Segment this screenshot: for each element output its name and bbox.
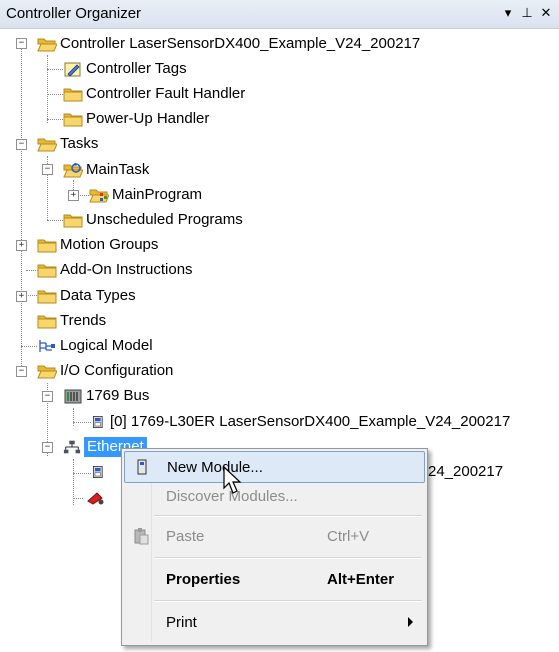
- menu-separator: [154, 557, 422, 559]
- task-folder-icon: [63, 162, 83, 178]
- tree-item-label: Controller LaserSensorDX400_Example_V24_…: [60, 35, 421, 52]
- menu-item-discover-modules[interactable]: Discover Modules...: [124, 481, 423, 511]
- tree-item-label: Power-Up Handler: [86, 110, 210, 127]
- controller-module-icon: [93, 416, 103, 428]
- tree-item-add-on-instructions[interactable]: Add-On Instructions: [37, 260, 193, 280]
- tree-item-logical-model[interactable]: Logical Model: [37, 336, 153, 356]
- collapse-toggle-1769-bus[interactable]: −: [42, 391, 53, 402]
- tree-item-1769-bus[interactable]: 1769 Bus: [63, 386, 149, 406]
- collapse-toggle-controller[interactable]: −: [16, 38, 27, 49]
- tree-item-controller-tags[interactable]: Controller Tags: [63, 59, 187, 79]
- panel-title: Controller Organizer: [6, 5, 142, 22]
- tree-item-label: Logical Model: [60, 337, 153, 354]
- tree-item-io-configuration[interactable]: I/O Configuration: [37, 361, 173, 381]
- tree-item-data-types[interactable]: Data Types: [37, 286, 136, 306]
- tree-item-unscheduled-programs[interactable]: Unscheduled Programs: [63, 210, 243, 230]
- submenu-arrow-icon: [408, 617, 413, 627]
- menu-item-label: Paste: [166, 527, 205, 545]
- tree-item-label: MainProgram: [112, 186, 203, 203]
- tree-item-label: [0] 1769-L30ER LaserSensorDX400_Example_…: [110, 413, 511, 430]
- close-icon[interactable]: ✕: [538, 4, 554, 22]
- panel-titlebar: Controller Organizer ▾ ⊥ ✕: [0, 0, 559, 29]
- tree-item-controller[interactable]: Controller LaserSensorDX400_Example_V24_…: [37, 34, 420, 54]
- expand-toggle-data-types[interactable]: +: [16, 291, 27, 302]
- menu-item-shortcut: Ctrl+V: [327, 527, 370, 545]
- folder-open-icon: [37, 36, 57, 52]
- tree-item-label: I/O Configuration: [60, 362, 174, 379]
- chassis-icon: [64, 389, 82, 404]
- tree-item-label: 1769 Bus: [86, 387, 150, 404]
- expand-toggle-mainprogram[interactable]: +: [68, 190, 79, 201]
- folder-open-icon: [37, 363, 57, 379]
- collapse-toggle-maintask[interactable]: −: [42, 164, 53, 175]
- menu-item-label: Properties: [166, 570, 241, 588]
- tree-item-label: Trends: [60, 312, 107, 329]
- folder-icon: [37, 313, 57, 329]
- expand-toggle-motion-groups[interactable]: +: [16, 240, 27, 251]
- folder-open-icon: [37, 136, 57, 152]
- folder-icon: [63, 111, 83, 127]
- tree-item-laser-sensor[interactable]: [86, 487, 109, 507]
- menu-item-properties[interactable]: Properties Alt+Enter: [124, 564, 423, 594]
- folder-icon: [37, 237, 57, 253]
- folder-icon: [37, 288, 57, 304]
- tree-item-controller-fault-handler[interactable]: Controller Fault Handler: [63, 84, 245, 104]
- menu-item-shortcut: Alt+Enter: [327, 570, 395, 588]
- menu-separator: [154, 515, 422, 517]
- tree-item-l30er-module[interactable]: [0] 1769-L30ER LaserSensorDX400_Example_…: [91, 412, 510, 432]
- folder-icon: [63, 86, 83, 102]
- tree-item-power-up-handler[interactable]: Power-Up Handler: [63, 109, 209, 129]
- tree-item-label: Controller Tags: [86, 60, 187, 77]
- collapse-toggle-ethernet[interactable]: −: [42, 442, 53, 453]
- ethernet-module-label-suffix: 24_200217: [428, 463, 504, 480]
- program-folder-icon: [89, 187, 109, 203]
- collapse-toggle-tasks[interactable]: −: [16, 139, 27, 150]
- menu-item-label: New Module...: [167, 458, 263, 476]
- tree-item-maintask[interactable]: MainTask: [63, 160, 149, 180]
- tree-item-tasks[interactable]: Tasks: [37, 134, 98, 154]
- menu-item-paste[interactable]: Paste Ctrl+V: [124, 521, 423, 551]
- new-module-icon: [137, 459, 147, 475]
- tree-item-mainprogram[interactable]: MainProgram: [89, 185, 202, 205]
- pin-icon[interactable]: ⊥: [519, 4, 535, 22]
- dropdown-arrow-icon[interactable]: ▾: [500, 4, 516, 22]
- mouse-pointer-icon: [223, 466, 242, 494]
- menu-item-new-module[interactable]: New Module...: [124, 451, 425, 483]
- folder-icon: [37, 262, 57, 278]
- context-menu: New Module... Discover Modules... Paste …: [121, 448, 428, 646]
- tree-item-trends[interactable]: Trends: [37, 311, 106, 331]
- menu-item-label: Print: [166, 613, 197, 631]
- tree-item-label: Motion Groups: [60, 236, 159, 253]
- collapse-toggle-io-configuration[interactable]: −: [16, 366, 27, 377]
- menu-separator: [154, 600, 422, 602]
- menu-item-print[interactable]: Print: [124, 607, 423, 637]
- tags-icon: [64, 62, 81, 77]
- tree-item-label: MainTask: [86, 161, 150, 178]
- controller-module-icon: [93, 466, 103, 478]
- tree-item-label: Add-On Instructions: [60, 261, 193, 278]
- paste-icon: [134, 528, 149, 545]
- tree-item-label: Controller Fault Handler: [86, 85, 246, 102]
- tree-item-label: Tasks: [60, 135, 99, 152]
- network-icon: [63, 440, 81, 454]
- sensor-device-icon: [87, 492, 104, 505]
- logical-model-icon: [39, 340, 55, 352]
- tree-item-label: Data Types: [60, 287, 136, 304]
- folder-icon: [63, 212, 83, 228]
- tree-item-motion-groups[interactable]: Motion Groups: [37, 235, 158, 255]
- tree-item-label: Unscheduled Programs: [86, 211, 243, 228]
- tree-item-ethernet-module[interactable]: [91, 462, 110, 482]
